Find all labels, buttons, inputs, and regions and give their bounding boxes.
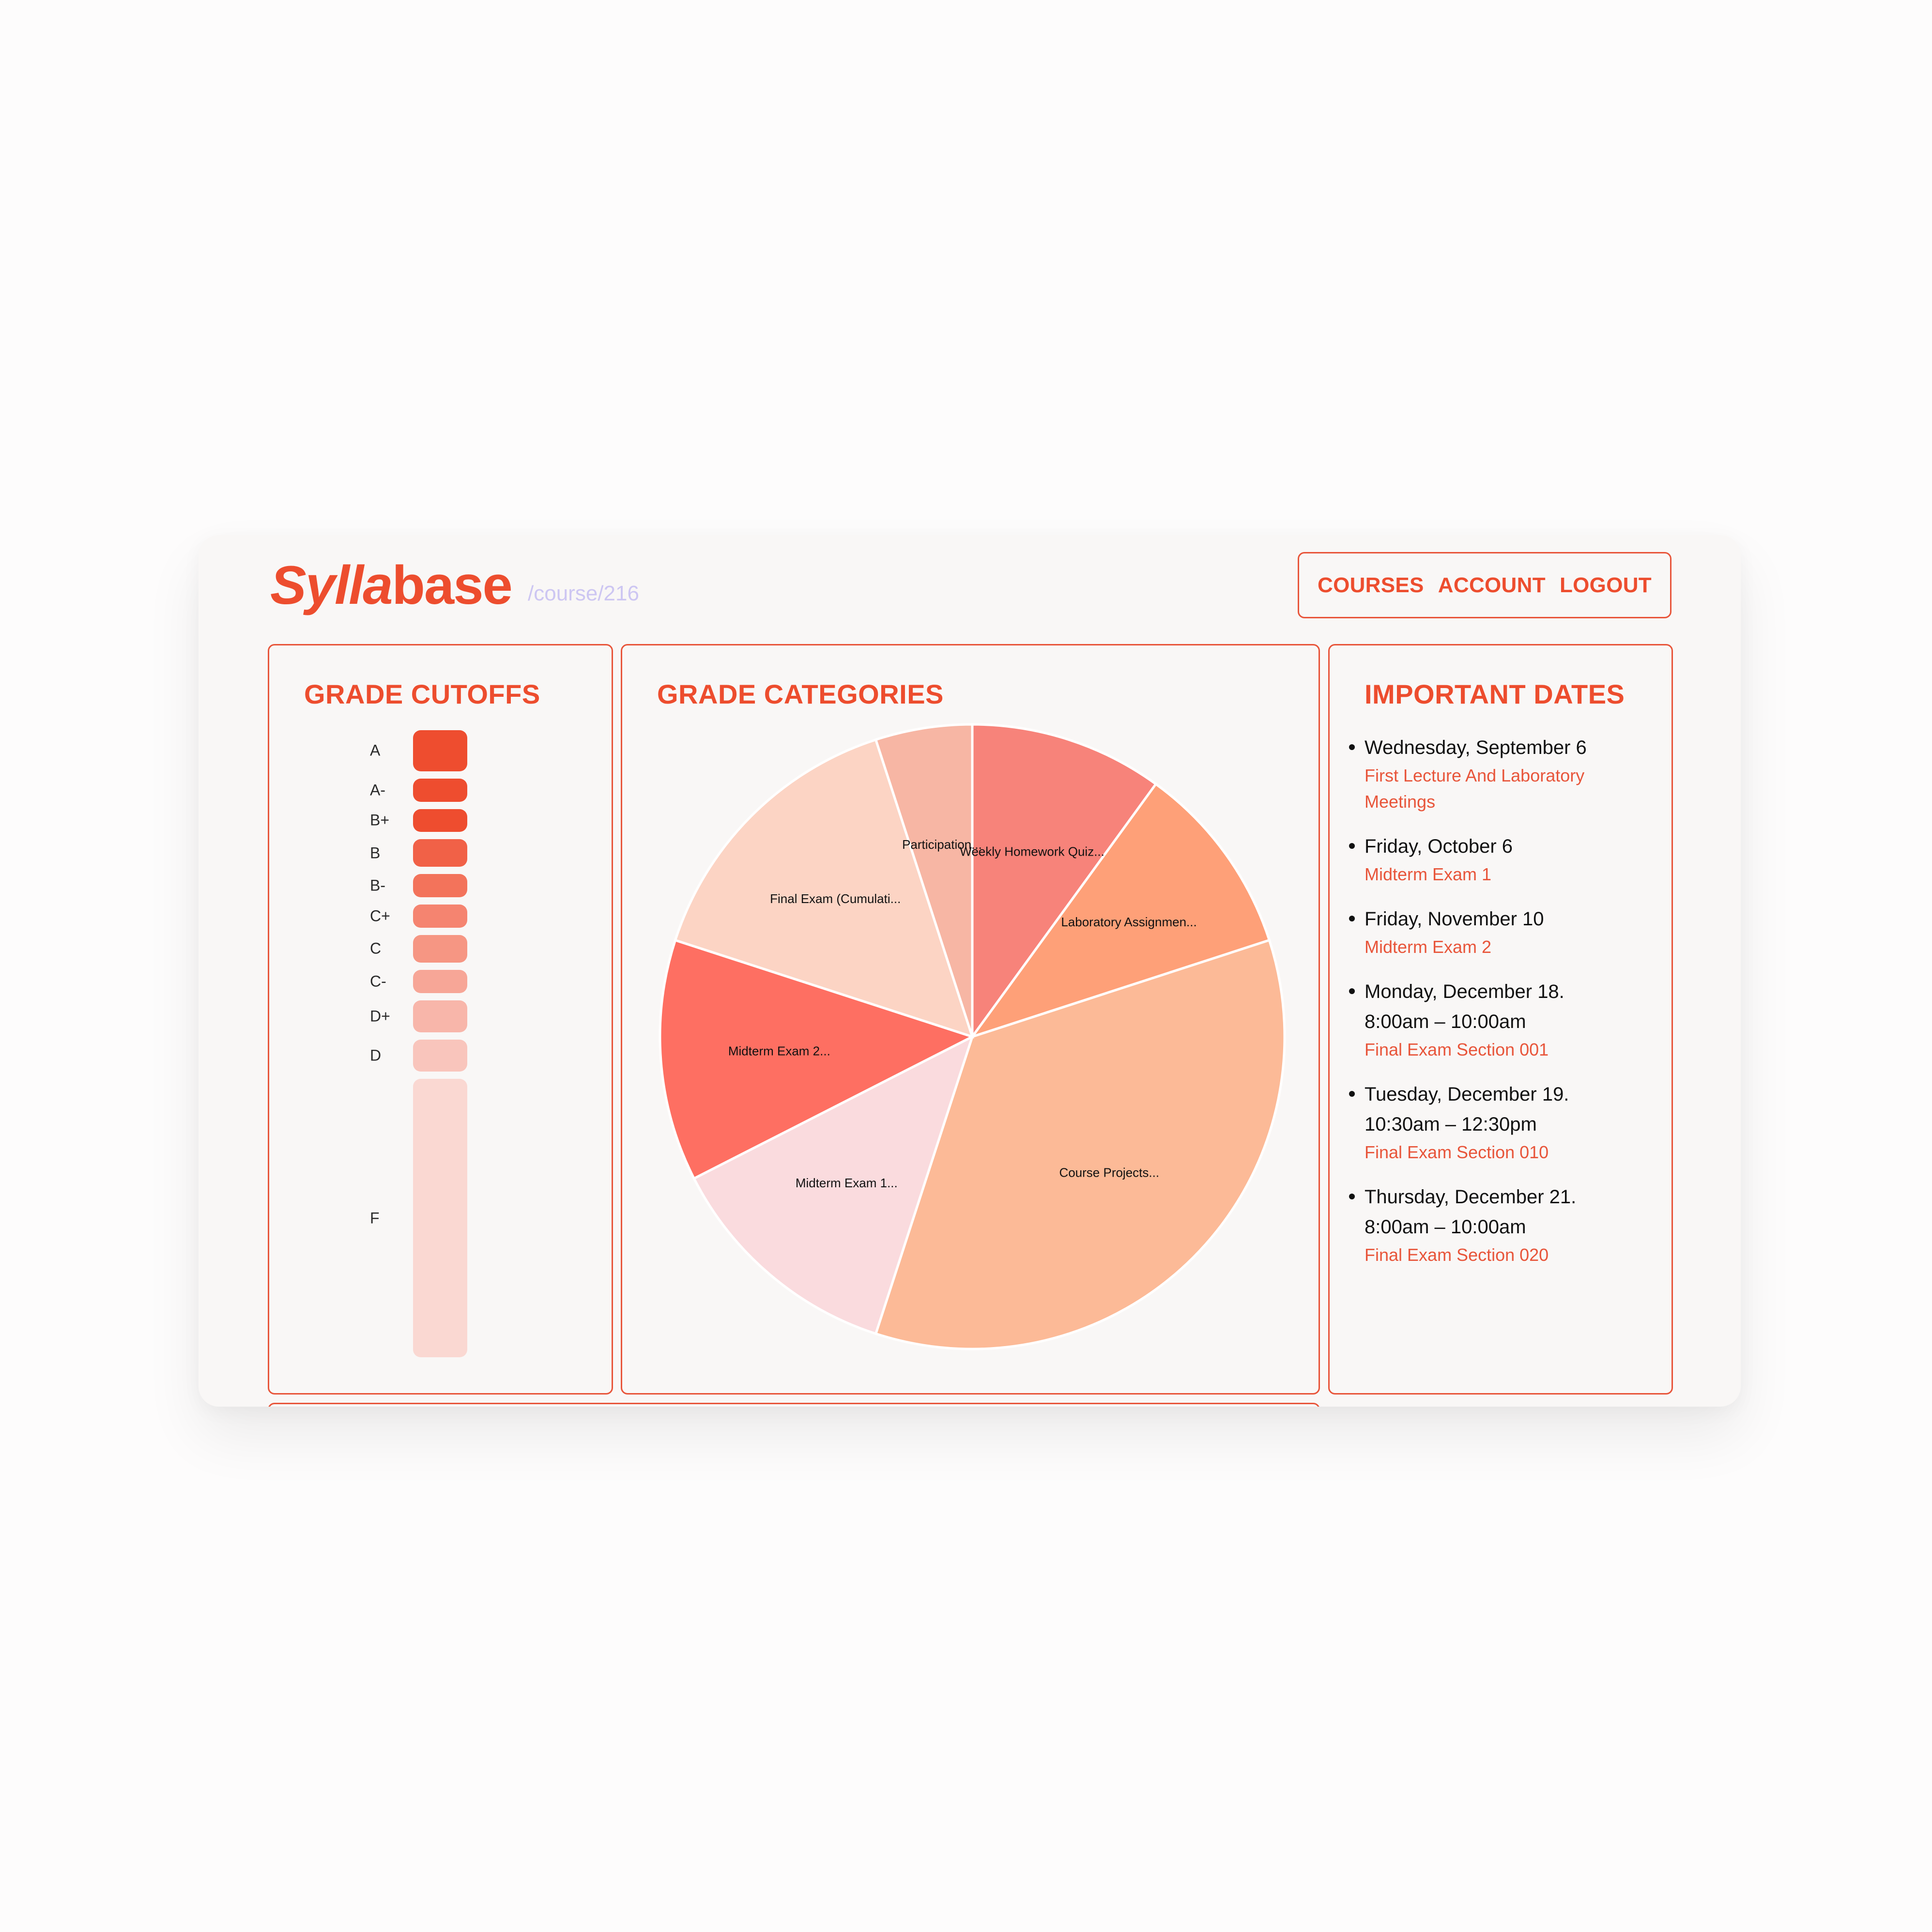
grade-bar-C-plus[interactable] (413, 905, 467, 928)
logo-italic-part: Sylla (270, 555, 393, 615)
event-text: Midterm Exam 1 (1365, 864, 1492, 884)
grade-label: B+ (370, 811, 390, 829)
pie-label: Course Projects... (1059, 1165, 1159, 1180)
pie-label: Laboratory Assignmen... (1061, 915, 1196, 929)
event-text: First Lecture And Laboratory Meetings (1365, 766, 1585, 812)
date-text: Friday, November 10 (1365, 908, 1544, 930)
date-item: Thursday, December 21. 8:00am – 10:00am Fi… (1347, 1182, 1657, 1268)
date-item: Wednesday, September 6 First Lecture And … (1347, 733, 1657, 815)
grade-label: A- (370, 781, 385, 799)
grade-bar-A-minus[interactable] (413, 778, 467, 802)
bottom-panel (268, 1403, 1320, 1407)
date-text: Friday, October 6 (1365, 836, 1513, 857)
grade-categories-panel: GRADE CATEGORIES Weekly Homework Quiz...… (621, 644, 1320, 1395)
logo-bold-part: base (392, 555, 513, 615)
grade-label: B- (370, 876, 385, 894)
grade-label: C- (370, 972, 386, 990)
logo[interactable]: Syllabase (270, 555, 513, 615)
grade-label: C+ (370, 907, 390, 925)
grade-label: B (370, 844, 381, 862)
event-text: Final Exam Section 020 (1365, 1245, 1549, 1265)
event-text: Final Exam Section 001 (1365, 1040, 1549, 1059)
grade-bar-D[interactable] (413, 1039, 467, 1072)
pie-label: Participation... (902, 837, 982, 852)
grade-label: A (370, 741, 381, 759)
important-dates-list: Wednesday, September 6 First Lecture And … (1347, 733, 1657, 1285)
date-item: Friday, October 6 Midterm Exam 1 (1347, 831, 1657, 888)
date-item: Friday, November 10 Midterm Exam 2 (1347, 904, 1657, 960)
time-text: 8:00am – 10:00am (1365, 1216, 1526, 1238)
grade-categories-pie-chart: Weekly Homework Quiz...Laboratory Assign… (659, 723, 1286, 1350)
grade-label: D+ (370, 1007, 390, 1025)
grade-label: F (370, 1209, 380, 1227)
date-text: Wednesday, September 6 (1365, 737, 1587, 758)
grade-bar-C-minus[interactable] (413, 969, 467, 993)
grade-bar-B-plus[interactable] (413, 809, 467, 832)
grade-bar-B-minus[interactable] (413, 874, 467, 897)
date-text: Monday, December 18. (1365, 981, 1564, 1002)
app-window: Syllabase /course/216 COURSES ACCOUNT LO… (199, 535, 1741, 1407)
time-text: 8:00am – 10:00am (1365, 1011, 1526, 1032)
event-text: Final Exam Section 010 (1365, 1142, 1549, 1162)
nav-account[interactable]: ACCOUNT (1438, 573, 1546, 598)
date-text: Thursday, December 21. (1365, 1186, 1577, 1208)
grade-bar-B[interactable] (413, 839, 467, 867)
nav-courses[interactable]: COURSES (1318, 573, 1424, 598)
nav-logout[interactable]: LOGOUT (1560, 573, 1652, 598)
grade-label: D (370, 1046, 382, 1064)
grade-bar-F[interactable] (413, 1079, 467, 1357)
grade-cutoffs-panel: GRADE CUTOFFS A A- B+ B B- C+ C C- D+ D F (268, 644, 613, 1395)
date-item: Tuesday, December 19. 10:30am – 12:30pm Fi… (1347, 1079, 1657, 1165)
date-text: Tuesday, December 19. (1365, 1084, 1569, 1105)
grade-cutoffs-list: A A- B+ B B- C+ C C- D+ D F (269, 645, 612, 1393)
important-dates-panel: IMPORTANT DATES Wednesday, September 6 Fi… (1328, 644, 1673, 1395)
date-item: Monday, December 18. 8:00am – 10:00am Fina… (1347, 977, 1657, 1063)
event-text: Midterm Exam 2 (1365, 937, 1492, 957)
grade-bar-A[interactable] (413, 730, 467, 771)
breadcrumb-path: /course/216 (528, 582, 639, 605)
grade-label: C (370, 939, 382, 957)
pie-label: Midterm Exam 1... (796, 1176, 898, 1190)
pie-label: Final Exam (Cumulati... (770, 891, 901, 906)
pie-label: Midterm Exam 2... (728, 1043, 830, 1058)
time-text: 10:30am – 12:30pm (1365, 1114, 1537, 1135)
grade-bar-D-plus[interactable] (413, 1000, 467, 1032)
top-nav: COURSES ACCOUNT LOGOUT (1298, 552, 1671, 618)
important-dates-title: IMPORTANT DATES (1365, 679, 1625, 709)
grade-bar-C[interactable] (413, 935, 467, 963)
